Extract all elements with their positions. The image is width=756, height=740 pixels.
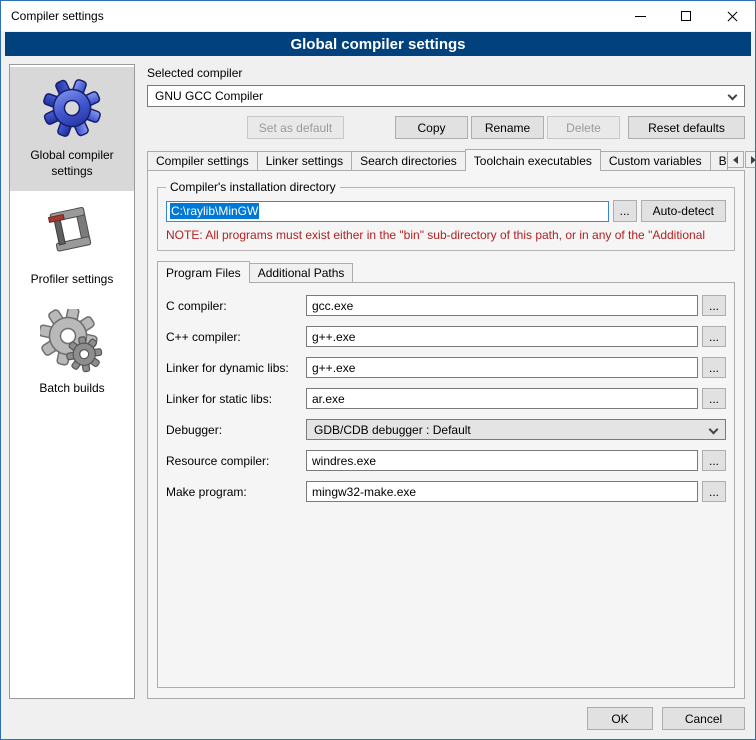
debugger-selected-value: GDB/CDB debugger : Default — [314, 423, 471, 437]
settings-sidebar: Global compiler settings Profiler settin… — [9, 64, 135, 699]
cpp-compiler-input[interactable] — [306, 326, 698, 347]
blue-gear-icon — [40, 76, 104, 140]
sidebar-item-batch-builds[interactable]: Batch builds — [10, 300, 134, 409]
sidebar-item-label: Profiler settings — [13, 272, 131, 288]
window-controls — [617, 1, 755, 31]
browse-directory-button[interactable]: ... — [613, 200, 637, 222]
browse-button[interactable]: ... — [702, 481, 726, 502]
c-compiler-input[interactable] — [306, 295, 698, 316]
compiler-settings-window: Compiler settings Global compiler settin… — [0, 0, 756, 740]
tab-scroll-arrows — [727, 151, 756, 168]
reset-defaults-button[interactable]: Reset defaults — [628, 116, 745, 139]
static-linker-input[interactable] — [306, 388, 698, 409]
form-row-c-compiler: C compiler: ... — [166, 295, 726, 316]
debugger-label: Debugger: — [166, 423, 306, 437]
titlebar: Compiler settings — [1, 1, 755, 31]
subtab-additional-paths[interactable]: Additional Paths — [249, 263, 354, 282]
delete-button[interactable]: Delete — [547, 116, 620, 139]
gray-gears-icon — [40, 309, 104, 373]
tab-scroll-right-button[interactable] — [745, 151, 756, 168]
sidebar-item-profiler-settings[interactable]: Profiler settings — [10, 191, 134, 300]
program-files-tabbar: Program Files Additional Paths — [157, 261, 735, 282]
settings-tabbar: Compiler settings Linker settings Search… — [147, 149, 745, 170]
selected-compiler-value: GNU GCC Compiler — [155, 89, 263, 103]
browse-button[interactable]: ... — [702, 295, 726, 316]
tab-build-options[interactable]: Build — [710, 151, 728, 170]
ok-button[interactable]: OK — [587, 707, 653, 730]
dynamic-linker-input[interactable] — [306, 357, 698, 378]
maximize-button[interactable] — [663, 1, 709, 31]
minimize-button[interactable] — [617, 1, 663, 31]
chevron-down-icon — [728, 91, 738, 101]
installation-directory-row: C:\raylib\MinGW ... Auto-detect — [166, 200, 726, 222]
make-program-label: Make program: — [166, 485, 306, 499]
main-panel: Selected compiler GNU GCC Compiler Set a… — [147, 64, 745, 699]
resource-compiler-label: Resource compiler: — [166, 454, 306, 468]
debugger-select[interactable]: GDB/CDB debugger : Default — [306, 419, 726, 440]
sidebar-item-label: Global compiler settings — [13, 148, 131, 179]
program-files-panel: C compiler: ... C++ compiler: ... Linker… — [157, 282, 735, 688]
subtab-program-files[interactable]: Program Files — [157, 261, 250, 283]
browse-button[interactable]: ... — [702, 326, 726, 347]
form-row-static-linker: Linker for static libs: ... — [166, 388, 726, 409]
installation-directory-group-title: Compiler's installation directory — [166, 180, 340, 194]
form-row-cpp-compiler: C++ compiler: ... — [166, 326, 726, 347]
maximize-icon — [681, 11, 691, 21]
tab-toolchain-executables[interactable]: Toolchain executables — [465, 149, 601, 171]
tab-custom-variables[interactable]: Custom variables — [600, 151, 711, 170]
c-compiler-label: C compiler: — [166, 299, 306, 313]
tab-compiler-settings[interactable]: Compiler settings — [147, 151, 258, 170]
cpp-compiler-label: C++ compiler: — [166, 330, 306, 344]
compiler-actions: Set as default Copy Rename Delete Reset … — [147, 116, 745, 139]
resource-compiler-input[interactable] — [306, 450, 698, 471]
set-as-default-button[interactable]: Set as default — [247, 116, 344, 139]
note-text: NOTE: All programs must exist either in … — [166, 228, 726, 242]
dynamic-linker-label: Linker for dynamic libs: — [166, 361, 306, 375]
toolchain-executables-panel: Compiler's installation directory C:\ray… — [147, 170, 745, 699]
form-row-resource-compiler: Resource compiler: ... — [166, 450, 726, 471]
browse-button[interactable]: ... — [702, 388, 726, 409]
window-title: Compiler settings — [1, 9, 104, 23]
dialog-body: Global compiler settings Profiler settin… — [1, 56, 755, 707]
installation-directory-selected-text: C:\raylib\MinGW — [170, 203, 259, 219]
auto-detect-button[interactable]: Auto-detect — [641, 200, 726, 222]
close-icon — [726, 10, 739, 23]
triangle-left-icon — [733, 156, 738, 164]
installation-directory-group: Compiler's installation directory C:\ray… — [157, 180, 735, 251]
static-linker-label: Linker for static libs: — [166, 392, 306, 406]
installation-directory-input[interactable]: C:\raylib\MinGW — [166, 201, 609, 222]
selected-compiler-label: Selected compiler — [147, 66, 745, 80]
close-button[interactable] — [709, 1, 755, 31]
sidebar-item-label: Batch builds — [13, 381, 131, 397]
minimize-icon — [635, 16, 646, 17]
cancel-button[interactable]: Cancel — [662, 707, 745, 730]
sidebar-item-global-compiler-settings[interactable]: Global compiler settings — [10, 67, 134, 191]
form-row-dynamic-linker: Linker for dynamic libs: ... — [166, 357, 726, 378]
triangle-right-icon — [751, 156, 756, 164]
copy-button[interactable]: Copy — [395, 116, 468, 139]
browse-button[interactable]: ... — [702, 357, 726, 378]
chevron-down-icon — [709, 425, 719, 435]
browse-button[interactable]: ... — [702, 450, 726, 471]
rename-button[interactable]: Rename — [471, 116, 544, 139]
tab-scroll-left-button[interactable] — [727, 151, 744, 168]
selected-compiler-select[interactable]: GNU GCC Compiler — [147, 85, 745, 107]
tab-search-directories[interactable]: Search directories — [351, 151, 466, 170]
form-row-debugger: Debugger: GDB/CDB debugger : Default — [166, 419, 726, 440]
form-row-make-program: Make program: ... — [166, 481, 726, 502]
dialog-footer: OK Cancel — [1, 707, 755, 739]
clamp-icon — [40, 200, 104, 264]
tab-linker-settings[interactable]: Linker settings — [257, 151, 352, 170]
make-program-input[interactable] — [306, 481, 698, 502]
page-title: Global compiler settings — [5, 32, 751, 56]
